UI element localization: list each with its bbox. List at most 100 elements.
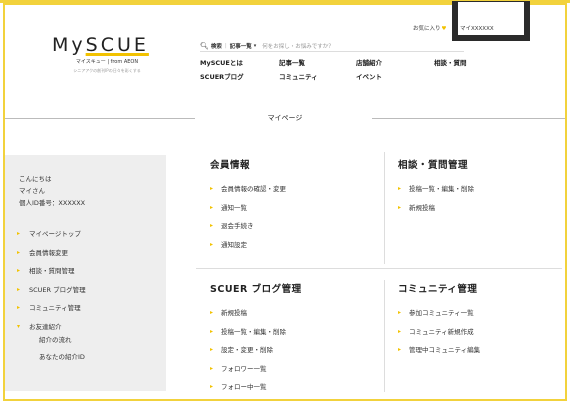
chevron-right-icon: ▸ (17, 248, 21, 256)
chevron-right-icon: ▸ (398, 203, 402, 211)
section-links: ▸ 会員情報の確認・変更 ▸ 通知一覧 ▸ 退会手続き ▸ 通知設定 (210, 184, 286, 258)
logo-wordmark: MySCUE (52, 34, 149, 56)
nav-item-about[interactable]: MySCUEとは (200, 57, 243, 67)
nav-item-community[interactable]: コミュニティ (279, 71, 318, 81)
sidebar-item-member-info[interactable]: ▸ 会員情報変更 (17, 247, 86, 266)
chevron-right-icon: ▸ (210, 240, 214, 248)
link-blog-followers[interactable]: ▸ フォロワー一覧 (210, 364, 302, 383)
search-bar[interactable]: 🔍︎ 検索 | 記事一覧 ▾ 何をお探し・お悩みですか？ (200, 40, 464, 52)
chevron-right-icon: ▸ (210, 185, 214, 192)
section-links: ▸ 新規投稿 ▸ 投稿一覧・編集・削除 ▸ 設定・変更・削除 ▸ フォロワー一覧 ▸ フォ… (210, 308, 302, 401)
sidebar-item-mypage-top[interactable]: ▸ マイページトップ (17, 228, 86, 247)
nav-item-blog[interactable]: SCUERブログ (200, 71, 244, 81)
logo[interactable]: MySCUE マイスキュー | from AEON シニアアクの創刊IPの日々を… (52, 34, 162, 74)
user-id: 個人ID番号：XXXXXX (19, 199, 86, 207)
nav-item-articles[interactable]: 記事一覧 (279, 57, 305, 67)
sidebar-subitem-label: 紹介の流れ (39, 335, 72, 344)
chevron-right-icon: ▸ (210, 346, 214, 353)
sidebar-item-community[interactable]: ▸ コミュニティ管理 (17, 302, 86, 321)
section-title: 会員情報 (210, 160, 251, 171)
link-label: フォロー中一覧 (221, 383, 267, 391)
user-name: マイさん (19, 187, 45, 195)
link-blog-following[interactable]: ▸ フォロー中一覧 (210, 382, 302, 401)
sidebar-subitem-label: あなたの紹介ID (39, 352, 85, 361)
greeting-text: こんにちは (19, 175, 52, 183)
title-rule-left (5, 118, 195, 119)
sidebar-item-blog[interactable]: ▸ SCUER ブログ管理 (17, 284, 86, 303)
chevron-down-icon: ▾ (17, 322, 21, 330)
link-label: 管理中コミュニティ編集 (409, 346, 481, 354)
link-community-joined[interactable]: ▸ 参加コミュニティ一覧 (398, 308, 480, 327)
link-member-info-edit[interactable]: ▸ 会員情報の確認・変更 (210, 184, 286, 203)
nav-item-qa[interactable]: 相談・質問 (434, 57, 467, 67)
search-separator: | (224, 42, 227, 49)
mypage-link[interactable]: マイXXXXXX (460, 24, 494, 32)
link-notification-settings[interactable]: ▸ 通知設定 (210, 240, 286, 259)
sidebar-item-label: お友達紹介 (29, 322, 62, 331)
section-links: ▸ 参加コミュニティ一覧 ▸ コミュニティ新規作成 ▸ 管理中コミュニティ編集 (398, 308, 480, 364)
search-icon: 🔍︎ (200, 41, 209, 50)
column-divider-bottom (384, 280, 385, 392)
section-title: コミュニティ管理 (398, 284, 478, 295)
section-title: 相談・質問管理 (398, 160, 469, 171)
section-qa: 相談・質問管理 ▸ 投稿一覧・編集・削除 ▸ 新規投稿 (398, 157, 474, 221)
chevron-right-icon: ▸ (17, 285, 21, 293)
sidebar-item-label: 相談・質問管理 (29, 267, 75, 275)
mypage-highlight-box (452, 1, 530, 41)
link-blog-new[interactable]: ▸ 新規投稿 (210, 308, 302, 327)
sidebar-subitem-flow[interactable]: 紹介の流れ (17, 334, 86, 351)
link-label: 通知一覧 (221, 203, 247, 212)
link-label: 新規投稿 (409, 203, 435, 212)
heart-icon: ♥ (441, 26, 447, 32)
link-label: 通知設定 (221, 240, 247, 249)
link-notifications[interactable]: ▸ 通知一覧 (210, 203, 286, 222)
link-community-create[interactable]: ▸ コミュニティ新規作成 (398, 327, 480, 346)
section-community: コミュニティ管理 ▸ 参加コミュニティ一覧 ▸ コミュニティ新規作成 ▸ 管理中コミュ… (398, 281, 480, 364)
section-blog: SCUER ブログ管理 ▸ 新規投稿 ▸ 投稿一覧・編集・削除 ▸ 設定・変更・削除 … (210, 281, 302, 401)
chevron-right-icon: ▸ (398, 346, 402, 353)
link-label: 退会手続き (221, 222, 254, 230)
chevron-right-icon: ▸ (210, 327, 214, 335)
link-blog-posts[interactable]: ▸ 投稿一覧・編集・削除 (210, 327, 302, 346)
link-qa-posts[interactable]: ▸ 投稿一覧・編集・削除 (398, 184, 474, 203)
nav-item-events[interactable]: イベント (356, 71, 382, 81)
chevron-right-icon: ▸ (17, 304, 21, 311)
chevron-right-icon: ▸ (210, 383, 214, 390)
link-blog-settings[interactable]: ▸ 設定・変更・削除 (210, 345, 302, 364)
search-category-select[interactable]: 記事一覧 (230, 42, 252, 50)
search-input[interactable]: 何をお探し・お悩みですか？ (262, 42, 334, 50)
favorites-link[interactable]: お気に入り♥ (413, 24, 446, 32)
sidebar-subitem-referral-id[interactable]: あなたの紹介ID (17, 351, 86, 368)
section-title: SCUER ブログ管理 (210, 284, 302, 295)
chevron-right-icon: ▸ (398, 327, 402, 335)
link-label: 参加コミュニティ一覧 (409, 309, 474, 317)
link-label: 設定・変更・削除 (221, 346, 273, 354)
link-label: 投稿一覧・編集・削除 (409, 185, 474, 193)
favorites-label: お気に入り (413, 26, 441, 32)
sidebar-item-qa[interactable]: ▸ 相談・質問管理 (17, 265, 86, 284)
page-title: マイページ (267, 114, 303, 122)
link-community-manage[interactable]: ▸ 管理中コミュニティ編集 (398, 345, 480, 364)
chevron-right-icon: ▸ (398, 309, 402, 316)
nav-item-stores[interactable]: 店舗紹介 (356, 57, 382, 67)
chevron-right-icon: ▸ (17, 267, 21, 274)
sidebar-item-label: マイページトップ (29, 230, 81, 238)
chevron-right-icon: ▸ (210, 222, 214, 229)
sidebar-item-label: コミュニティ管理 (29, 304, 81, 312)
section-links: ▸ 投稿一覧・編集・削除 ▸ 新規投稿 (398, 184, 474, 221)
link-label: 投稿一覧・編集・削除 (221, 327, 286, 336)
link-label: 新規投稿 (221, 309, 247, 317)
link-label: フォロワー一覧 (221, 364, 267, 373)
logo-subtitle: マイスキュー | from AEON (75, 59, 139, 65)
chevron-right-icon: ▸ (210, 364, 214, 372)
sidebar-item-referral[interactable]: ▾ お友達紹介 (17, 321, 86, 334)
chevron-right-icon: ▸ (210, 309, 214, 316)
sidebar-item-label: SCUER ブログ管理 (29, 285, 86, 294)
search-label: 検索 (210, 43, 222, 50)
chevron-down-icon[interactable]: ▾ (254, 43, 257, 49)
chevron-right-icon: ▸ (398, 185, 402, 192)
link-qa-new[interactable]: ▸ 新規投稿 (398, 203, 474, 222)
link-withdrawal[interactable]: ▸ 退会手続き (210, 221, 286, 240)
logo-tagline: シニアアクの創刊IPの日々を彩くする (73, 68, 141, 73)
column-divider-top (384, 152, 385, 264)
